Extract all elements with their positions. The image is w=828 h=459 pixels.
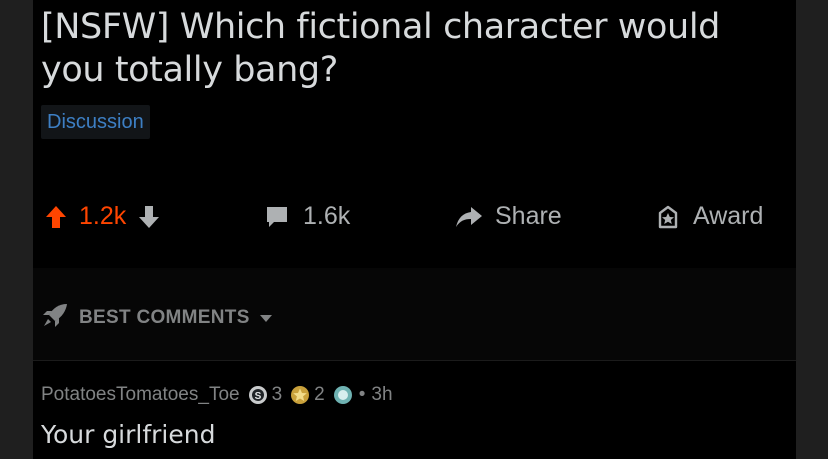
vote-group: 1.2k (45, 202, 160, 231)
upvote-arrow-icon[interactable] (45, 205, 67, 229)
silver-award-count: 3 (271, 384, 283, 405)
post-title[interactable]: [NSFW] Which fictional character would y… (41, 6, 781, 92)
sort-dropdown[interactable]: BEST COMMENTS (41, 302, 272, 334)
comment-body: Your girlfriend (41, 420, 216, 449)
svg-text:S: S (254, 391, 261, 402)
flair-badge[interactable]: Discussion (41, 105, 150, 139)
post-container: [NSFW] Which fictional character would y… (33, 0, 796, 459)
rocket-icon (41, 302, 69, 334)
comment-sort-bar: BEST COMMENTS (33, 268, 796, 361)
comment-count: 1.6k (303, 202, 351, 230)
upvote-count: 1.2k (79, 202, 127, 230)
silver-award-icon: S (248, 386, 267, 404)
gold-award-badge[interactable]: 2 (290, 384, 325, 406)
award-label: Award (693, 202, 764, 230)
share-label: Share (495, 202, 562, 230)
share-button[interactable]: Share (455, 202, 562, 231)
comment-item: PotatoesTomatoes_Toe S 3 2 • 3h Your gir… (33, 362, 796, 459)
meta-separator: • (358, 384, 366, 405)
gold-award-count: 2 (314, 384, 325, 405)
caret-down-icon (259, 307, 272, 329)
award-button[interactable]: Award (655, 202, 763, 231)
comment-bubble-icon (265, 205, 289, 229)
silver-award-badge[interactable]: S 3 (248, 384, 283, 406)
share-arrow-icon (455, 205, 483, 229)
sort-label: BEST COMMENTS (79, 307, 250, 328)
post-actions-bar: 1.2k 1.6k Share Award (33, 180, 796, 260)
comments-button[interactable]: 1.6k (265, 202, 350, 231)
comment-meta: PotatoesTomatoes_Toe S 3 2 • 3h (41, 384, 393, 406)
comment-username[interactable]: PotatoesTomatoes_Toe (41, 384, 240, 406)
comment-age: 3h (371, 384, 393, 405)
platinum-award-icon (333, 386, 352, 404)
platinum-award-badge[interactable] (333, 385, 353, 405)
award-icon (655, 204, 681, 230)
downvote-arrow-icon[interactable] (138, 205, 160, 229)
gold-award-icon (291, 386, 310, 404)
